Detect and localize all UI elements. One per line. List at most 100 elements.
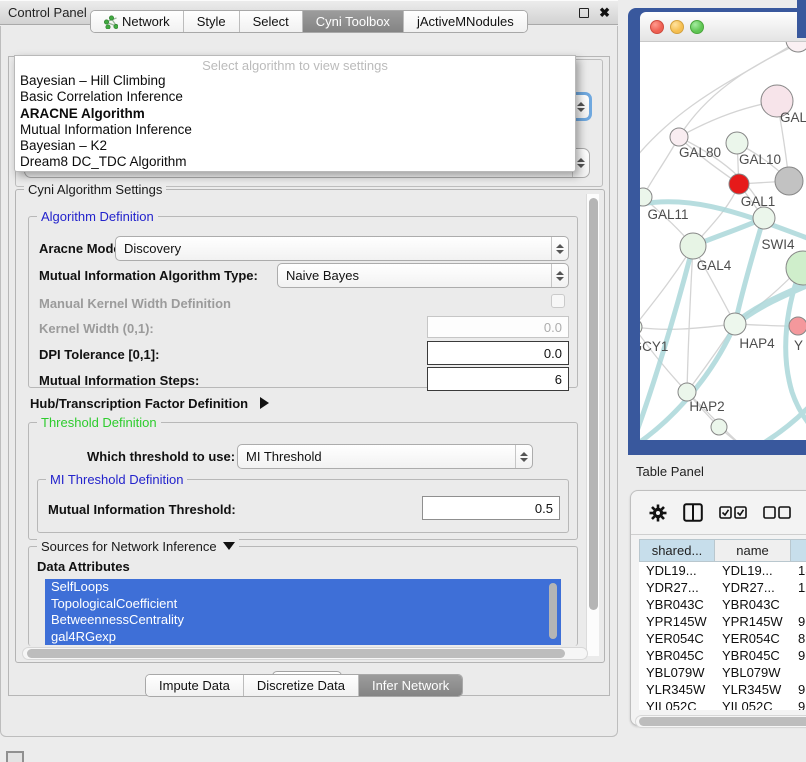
settings-scrollbar[interactable] [586, 194, 599, 656]
column-header[interactable]: name [715, 539, 791, 562]
attribute-list-item[interactable]: TopologicalCoefficient [45, 596, 561, 613]
manual-kernel-checkbox[interactable] [551, 294, 565, 308]
network-node[interactable] [775, 167, 803, 195]
network-node[interactable] [729, 174, 749, 194]
table-row[interactable]: YDL19...YDL19...13 [639, 562, 806, 579]
mi-algorithm-type-combo[interactable]: Naive Bayes [277, 263, 569, 288]
cyni-algorithm-settings: Cyni Algorithm Settings Algorithm Defini… [15, 189, 605, 663]
table-cell: YLR345W [715, 681, 791, 698]
tab-jactivemnodules[interactable]: jActiveMNodules [404, 11, 527, 32]
tab-discretize-data[interactable]: Discretize Data [244, 675, 359, 696]
mi-threshold-box: MI Threshold Definition Mutual Informati… [37, 479, 569, 533]
settings-scrollbar-thumb[interactable] [589, 198, 598, 610]
close-traffic-light-icon[interactable] [650, 20, 664, 34]
network-node[interactable] [786, 42, 806, 52]
network-node[interactable] [726, 132, 748, 154]
tab-cyni-toolbox[interactable]: Cyni Toolbox [303, 11, 404, 32]
which-threshold-combo[interactable]: MI Threshold [237, 444, 533, 469]
table-header: shared...name [639, 539, 806, 562]
node-label: GCY1 [640, 339, 668, 354]
combo-spinner-icon[interactable] [515, 445, 532, 468]
tab-infer-network[interactable]: Infer Network [359, 675, 462, 696]
gear-icon[interactable] [649, 504, 667, 522]
table-row[interactable]: YBR045CYBR045C9. [639, 647, 806, 664]
combo-spinner-icon[interactable] [551, 237, 568, 260]
algorithm-option[interactable]: Bayesian – K2 [15, 138, 575, 154]
table-cell: YER054C [639, 630, 715, 647]
float-window-icon[interactable] [579, 8, 589, 18]
attribute-list-item[interactable]: SelfLoops [45, 579, 561, 596]
aracne-mode-combo[interactable]: Discovery [115, 236, 569, 261]
table-cell: 9. [791, 681, 806, 698]
table-cell [791, 596, 806, 613]
manual-kernel-label: Manual Kernel Width Definition [39, 296, 231, 311]
mi-steps-field[interactable]: 6 [427, 367, 569, 391]
column-header[interactable]: shared... [639, 539, 715, 562]
algorithm-option[interactable]: ARACNE Algorithm [15, 106, 575, 122]
column-header[interactable] [791, 539, 806, 562]
settings-hscrollbar[interactable] [22, 647, 588, 660]
network-node[interactable] [786, 251, 806, 285]
tab-label: Infer Network [372, 678, 449, 693]
mi-threshold-field[interactable]: 0.5 [422, 496, 560, 520]
deselect-all-checkboxes-icon[interactable] [763, 506, 791, 519]
tab-select[interactable]: Select [240, 11, 303, 32]
select-all-checkboxes-icon[interactable] [719, 506, 747, 519]
hub-definition-expander[interactable]: Hub/Transcription Factor Definition [30, 396, 269, 411]
data-attributes-list[interactable]: SelfLoopsTopologicalCoefficientBetweenne… [45, 579, 561, 645]
table-cell: YPR145W [639, 613, 715, 630]
table-cell: 9 [791, 698, 806, 710]
table-hscrollbar[interactable] [635, 715, 806, 728]
network-window-titlebar[interactable] [640, 12, 806, 42]
combo-spinner-icon[interactable] [551, 264, 568, 287]
network-node[interactable] [670, 128, 688, 146]
kernel-width-label: Kernel Width (0,1): [39, 321, 154, 336]
threshold-definition-box: Threshold Definition Which threshold to … [28, 422, 578, 540]
table-row[interactable]: YPR145WYPR145W9. [639, 613, 806, 630]
table-row[interactable]: YER054CYER054C8. [639, 630, 806, 647]
network-node[interactable] [640, 319, 642, 335]
network-node[interactable] [680, 233, 706, 259]
network-node[interactable] [724, 313, 746, 335]
network-node[interactable] [753, 207, 775, 229]
collapsed-panel-icon[interactable] [6, 751, 24, 762]
network-canvas[interactable]: GALGAL80GAL10GAL1GAL11SWI4GAL4HAP4YGCY1H… [640, 42, 806, 440]
settings-hscrollbar-thumb[interactable] [27, 649, 565, 658]
network-node[interactable] [711, 419, 727, 435]
table-panel-title: Table Panel [636, 464, 704, 479]
node-label: GAL [780, 110, 806, 125]
table-row[interactable]: YBL079WYBL079W [639, 664, 806, 681]
dpi-tolerance-field[interactable]: 0.0 [427, 341, 569, 365]
node-label: GAL80 [679, 145, 721, 160]
collapse-arrow-icon[interactable] [223, 542, 235, 550]
table-cell: 12 [791, 579, 806, 596]
algorithm-option[interactable]: Dream8 DC_TDC Algorithm [15, 154, 575, 170]
zoom-traffic-light-icon[interactable] [690, 20, 704, 34]
table-cell: 13 [791, 562, 806, 579]
table-toolbar [631, 491, 806, 535]
tab-impute-data[interactable]: Impute Data [146, 675, 244, 696]
table-cell: YDL19... [639, 562, 715, 579]
kernel-width-field[interactable]: 0.0 [427, 316, 569, 338]
table-row[interactable]: YDR27...YDR27...12 [639, 579, 806, 596]
network-node[interactable] [789, 317, 806, 335]
attribute-list-item[interactable]: gal4RGexp [45, 629, 561, 646]
tab-style[interactable]: Style [184, 11, 240, 32]
table-row[interactable]: YIL052CYIL052C9 [639, 698, 806, 710]
tab-network[interactable]: Network [91, 11, 184, 32]
attribute-list-item[interactable]: BetweennessCentrality [45, 612, 561, 629]
mi-threshold-label: Mutual Information Threshold: [48, 502, 236, 517]
dpi-tolerance-label: DPI Tolerance [0,1]: [39, 347, 159, 362]
algorithm-option[interactable]: Mutual Information Inference [15, 122, 575, 138]
table-hscrollbar-thumb[interactable] [639, 717, 806, 726]
sources-box: Sources for Network Inference Data Attri… [28, 546, 578, 646]
table-row[interactable]: YBR043CYBR043C [639, 596, 806, 613]
column-layout-icon[interactable] [683, 503, 703, 522]
algorithm-option[interactable]: Basic Correlation Inference [15, 89, 575, 105]
table-cell: YIL052C [639, 698, 715, 710]
close-icon[interactable]: ✖ [599, 5, 610, 21]
attributes-scrollbar-thumb[interactable] [549, 583, 557, 639]
table-row[interactable]: YLR345WYLR345W9. [639, 681, 806, 698]
algorithm-option[interactable]: Bayesian – Hill Climbing [15, 73, 575, 89]
minimize-traffic-light-icon[interactable] [670, 20, 684, 34]
